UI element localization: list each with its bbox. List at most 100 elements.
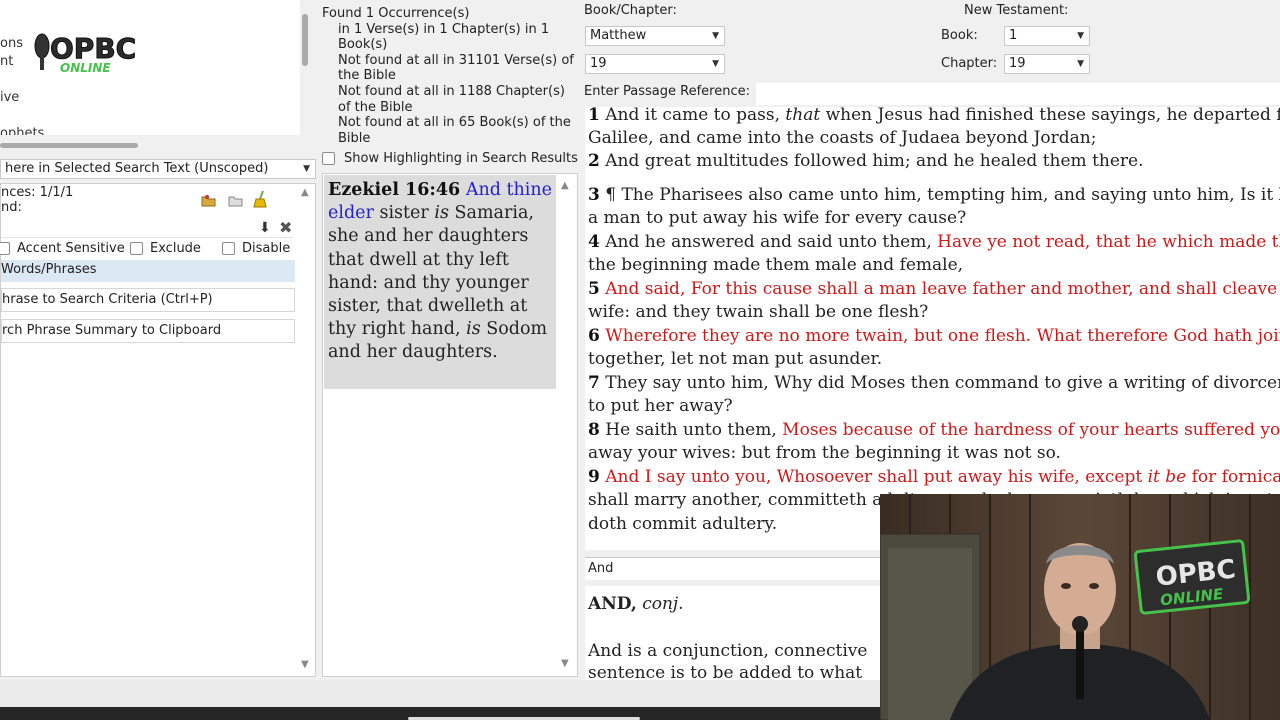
- verse-number[interactable]: 5: [588, 279, 600, 299]
- verse-words-of-christ: And I say unto you, Whosoever shall put …: [605, 467, 1143, 487]
- tree-vertical-scrollbar[interactable]: [302, 14, 308, 66]
- scroll-down-icon[interactable]: ▼: [301, 659, 309, 670]
- verse-1: 1 And it came to pass, that when Jesus h…: [588, 107, 1280, 127]
- disable-checkbox[interactable]: Disable: [222, 239, 290, 257]
- bible-text-pane[interactable]: 1 And it came to pass, that when Jesus h…: [585, 107, 1280, 550]
- found-label: nd:: [1, 200, 22, 215]
- checkbox-box[interactable]: [0, 241, 10, 255]
- result-italic: is: [434, 203, 449, 224]
- book-select[interactable]: Matthew ▼: [585, 26, 725, 46]
- nt-book-label: Book:: [941, 28, 978, 43]
- not-found-books: Not found at all in 65 Book(s) of the Bi…: [338, 115, 571, 146]
- chevron-down-icon: ▼: [303, 164, 310, 174]
- verse-italic: it be: [1147, 467, 1187, 487]
- result-text: sister: [379, 203, 429, 224]
- checkbox-box[interactable]: [222, 241, 235, 255]
- tree-horizontal-scrollbar[interactable]: [0, 143, 138, 148]
- copy-summary-button[interactable]: rch Phrase Summary to Clipboard: [1, 319, 295, 343]
- webcam-feed: OPBC ONLINE: [880, 494, 1280, 720]
- add-phrase-button[interactable]: hrase to Search Criteria (Ctrl+P): [1, 288, 295, 312]
- verse-number[interactable]: 7: [588, 373, 600, 393]
- occurrences-label: nces: 1/1/1: [1, 185, 74, 200]
- verse-number[interactable]: 6: [588, 326, 600, 346]
- found-line: Found 1 Occurrence(s): [322, 6, 470, 21]
- result-reference[interactable]: Ezekiel 16:46: [328, 180, 460, 200]
- nt-book-select[interactable]: 1 ▼: [1004, 26, 1090, 46]
- close-icon[interactable]: ✖: [279, 218, 292, 237]
- verse-8: 8 He saith unto them, Moses because of t…: [588, 419, 1280, 442]
- scroll-up-icon[interactable]: ▲: [301, 187, 309, 198]
- broom-icon[interactable]: [253, 190, 269, 208]
- verse-number[interactable]: 1: [588, 107, 600, 125]
- search-scope-value: here in Selected Search Text (Unscoped): [5, 161, 269, 176]
- verse-3-cont: a man to put away his wife for every cau…: [588, 208, 967, 228]
- nt-chapter-select[interactable]: 19 ▼: [1004, 54, 1090, 74]
- verse-4: 4 And he answered and said unto them, Ha…: [588, 231, 1280, 254]
- chevron-down-icon: ▼: [712, 59, 719, 69]
- verse-words-of-christ: And said, For this cause shall a man lea…: [605, 279, 1280, 299]
- verse-9: 9 And I say unto you, Whosoever shall pu…: [588, 466, 1280, 489]
- verse-7-cont: to put her away?: [588, 396, 733, 416]
- chapter-select[interactable]: 19 ▼: [585, 54, 725, 74]
- show-highlighting-checkbox[interactable]: Show Highlighting in Search Results: [322, 151, 578, 166]
- tree-item[interactable]: ons: [0, 36, 23, 51]
- checkbox-label: Exclude: [150, 240, 201, 256]
- search-phrase-input[interactable]: [1, 218, 293, 238]
- verse-6-cont: together, let not man put asunder.: [588, 349, 883, 369]
- tree-item[interactable]: nt: [0, 54, 13, 69]
- exclude-checkbox[interactable]: Exclude: [130, 239, 201, 257]
- verse-number[interactable]: 9: [588, 467, 600, 487]
- verse-number[interactable]: 3: [588, 185, 600, 205]
- tree-item[interactable]: ophets: [0, 126, 44, 135]
- verse-words-of-christ: for fornication, and: [1191, 467, 1280, 487]
- scroll-up-icon[interactable]: ▲: [561, 180, 569, 191]
- opbc-logo: OPBC ONLINE: [34, 32, 137, 75]
- passage-reference-input[interactable]: [756, 83, 1280, 105]
- verse-number[interactable]: 4: [588, 232, 600, 252]
- search-scope-select[interactable]: here in Selected Search Text (Unscoped) …: [0, 159, 316, 179]
- scroll-down-icon[interactable]: ▼: [561, 658, 569, 669]
- webcam-overlay: OPBC ONLINE: [880, 494, 1280, 720]
- dictionary-definition: And is a conjunction, connective sentenc…: [588, 640, 888, 680]
- search-result-list[interactable]: Ezekiel 16:46 And thine elder sister is …: [322, 173, 578, 677]
- verse-3: 3 ¶ The Pharisees also came unto him, te…: [588, 184, 1280, 207]
- folder-icon[interactable]: [228, 193, 244, 207]
- dictionary-pos: conj.: [642, 594, 684, 614]
- verse-text: ¶ The Pharisees also came unto him, temp…: [605, 185, 1280, 205]
- verse-italic: that: [785, 107, 821, 125]
- verse-text: He saith unto them,: [605, 420, 777, 440]
- words-phrases-row[interactable]: Words/Phrases: [1, 260, 295, 282]
- search-results-column: Found 1 Occurrence(s) in 1 Verse(s) in 1…: [318, 0, 580, 680]
- not-found-chapters: Not found at all in 1188 Chapter(s) of t…: [338, 83, 565, 115]
- folder-open-icon[interactable]: [201, 193, 217, 207]
- arrow-down-icon[interactable]: ⬇: [259, 220, 271, 236]
- search-result-item[interactable]: Ezekiel 16:46 And thine elder sister is …: [324, 175, 556, 389]
- status-bar: [0, 680, 880, 707]
- verse-5-cont: wife: and they twain shall be one flesh?: [588, 302, 929, 322]
- checkbox-label: Accent Sensitive: [17, 240, 125, 256]
- bible-tree[interactable]: ons nt ive ophets OPBC ONLINE: [0, 0, 300, 135]
- verse-number[interactable]: 2: [588, 151, 600, 171]
- chevron-down-icon: ▼: [712, 31, 719, 41]
- result-italic: is: [466, 319, 481, 340]
- verse-number[interactable]: 8: [588, 420, 600, 440]
- checkbox-box[interactable]: [130, 241, 143, 255]
- verse-text: when Jesus had finished these sayings, h…: [825, 107, 1280, 125]
- verse-text: And great multitudes followed him; and h…: [605, 151, 1144, 171]
- verse-words-of-christ: Wherefore they are no more twain, but on…: [605, 326, 1280, 346]
- left-panel: ons nt ive ophets OPBC ONLINE here in Se…: [0, 0, 318, 680]
- book-select-value: Matthew: [590, 28, 647, 43]
- in-line: in 1 Verse(s) in 1 Chapter(s) in 1 Book(…: [338, 21, 550, 53]
- nt-chapter-label: Chapter:: [941, 56, 998, 71]
- accent-sensitive-checkbox[interactable]: Accent Sensitive: [0, 239, 125, 257]
- dictionary-headword: AND,: [588, 594, 637, 614]
- dictionary-text: And is a conjunction, connective: [588, 641, 868, 661]
- dictionary-text: sentence is to be added to what: [588, 663, 863, 680]
- logo-subtext: ONLINE: [60, 61, 111, 75]
- chevron-down-icon: ▼: [1077, 31, 1084, 41]
- passage-reference-label: Enter Passage Reference:: [584, 84, 750, 99]
- tree-item[interactable]: ive: [0, 90, 19, 105]
- checkbox-box[interactable]: [322, 152, 335, 165]
- verse-6: 6 Wherefore they are no more twain, but …: [588, 325, 1280, 348]
- verse-2: 2 And great multitudes followed him; and…: [588, 150, 1280, 173]
